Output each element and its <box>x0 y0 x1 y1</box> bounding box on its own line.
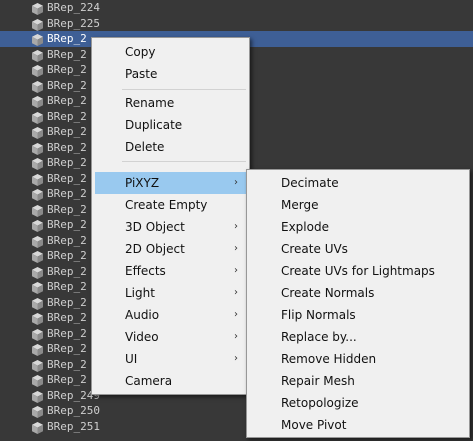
cube-icon <box>31 311 44 325</box>
menu-item-delete[interactable]: Delete <box>95 136 246 158</box>
hierarchy-row-label: BRep_2 <box>47 265 87 278</box>
hierarchy-row-label: BRep_2 <box>47 63 87 76</box>
cube-icon <box>31 1 44 15</box>
cube-icon <box>31 342 44 356</box>
chevron-right-icon: › <box>234 243 238 254</box>
pixyz-menu-item[interactable]: Replace by... <box>250 326 466 348</box>
pixyz-menu-item[interactable]: Decimate <box>250 172 466 194</box>
hierarchy-row-label: BRep_2 <box>47 218 87 231</box>
cube-icon <box>31 420 44 434</box>
menu-separator <box>122 89 246 90</box>
hierarchy-row-label: BRep_2 <box>47 141 87 154</box>
menu-item-rename[interactable]: Rename <box>95 92 246 114</box>
cube-icon <box>31 404 44 418</box>
cube-icon <box>31 358 44 372</box>
hierarchy-row-label: BRep_2 <box>47 203 87 216</box>
hierarchy-row-label: BRep_2 <box>47 234 87 247</box>
cube-icon <box>31 389 44 403</box>
hierarchy-row-label: BRep_225 <box>47 17 100 30</box>
hierarchy-row-label: BRep_2 <box>47 280 87 293</box>
cube-icon <box>31 280 44 294</box>
cube-icon <box>31 32 44 46</box>
menu-item-2d-object[interactable]: 2D Object › <box>95 238 246 260</box>
cube-icon <box>31 172 44 186</box>
hierarchy-row-label: BRep_251 <box>47 420 100 433</box>
hierarchy-row-label: BRep_250 <box>47 404 100 417</box>
hierarchy-row-label: BRep_2 <box>47 79 87 92</box>
cube-icon <box>31 373 44 387</box>
cube-icon <box>31 110 44 124</box>
chevron-right-icon: › <box>234 221 238 232</box>
menu-item-effects[interactable]: Effects › <box>95 260 246 282</box>
menu-item-video[interactable]: Video › <box>95 326 246 348</box>
cube-icon <box>31 187 44 201</box>
hierarchy-row[interactable]: BRep_224 <box>0 0 473 16</box>
cube-icon <box>31 63 44 77</box>
pixyz-menu-item[interactable]: Merge <box>250 194 466 216</box>
menu-item-3d-object[interactable]: 3D Object › <box>95 216 246 238</box>
pixyz-menu-item[interactable]: Move Pivot <box>250 414 466 436</box>
cube-icon <box>31 17 44 31</box>
pixyz-menu-item[interactable]: Repair Mesh <box>250 370 466 392</box>
pixyz-submenu: Decimate Merge Explode Create UVs Create UVs… <box>246 169 470 438</box>
hierarchy-row-label: BRep_2 <box>47 156 87 169</box>
pixyz-menu-item[interactable]: Flip Normals <box>250 304 466 326</box>
hierarchy-row-label: BRep_2 <box>47 358 87 371</box>
cube-icon <box>31 125 44 139</box>
cube-icon <box>31 79 44 93</box>
hierarchy-row-label: BRep_2 <box>47 373 87 386</box>
pixyz-menu-item[interactable]: Create UVs for Lightmaps <box>250 260 466 282</box>
pixyz-menu-item[interactable]: Create UVs <box>250 238 466 260</box>
menu-item-copy[interactable]: Copy <box>95 41 246 63</box>
hierarchy-row-label: BRep_2 <box>47 187 87 200</box>
hierarchy-row-label: BRep_2 <box>47 311 87 324</box>
hierarchy-row-label: BRep_2 <box>47 296 87 309</box>
context-menu: Copy Paste Rename Duplicate Delete PiXYZ… <box>91 37 250 395</box>
hierarchy-row-label: BRep_2 <box>47 48 87 61</box>
hierarchy-row-label: BRep_2 <box>47 249 87 262</box>
hierarchy-row-label: BRep_2 <box>47 172 87 185</box>
menu-item-camera[interactable]: Camera <box>95 370 246 392</box>
pixyz-menu-item[interactable]: Remove Hidden <box>250 348 466 370</box>
hierarchy-row-label: BRep_2 <box>47 125 87 138</box>
cube-icon <box>31 249 44 263</box>
hierarchy-row-label: BRep_224 <box>47 1 100 14</box>
cube-icon <box>31 48 44 62</box>
menu-item-paste[interactable]: Paste <box>95 63 246 85</box>
hierarchy-row-label: BRep_2 <box>47 94 87 107</box>
chevron-right-icon: › <box>234 177 238 188</box>
pixyz-menu-item[interactable]: Create Normals <box>250 282 466 304</box>
pixyz-menu-item[interactable]: Retopologize <box>250 392 466 414</box>
hierarchy-row-label: BRep_2 <box>47 110 87 123</box>
cube-icon <box>31 203 44 217</box>
cube-icon <box>31 156 44 170</box>
menu-separator <box>122 161 246 162</box>
menu-item-pixyz[interactable]: PiXYZ › <box>95 172 246 194</box>
pixyz-menu-item[interactable]: Explode <box>250 216 466 238</box>
hierarchy-row-label: BRep_2 <box>47 32 87 45</box>
cube-icon <box>31 234 44 248</box>
menu-item-ui[interactable]: UI › <box>95 348 246 370</box>
hierarchy-row-label: BRep_2 <box>47 342 87 355</box>
cube-icon <box>31 327 44 341</box>
hierarchy-row[interactable]: BRep_225 <box>0 16 473 32</box>
menu-item-audio[interactable]: Audio › <box>95 304 246 326</box>
menu-item-light[interactable]: Light › <box>95 282 246 304</box>
cube-icon <box>31 296 44 310</box>
cube-icon <box>31 265 44 279</box>
menu-item-duplicate[interactable]: Duplicate <box>95 114 246 136</box>
hierarchy-row-label: BRep_2 <box>47 327 87 340</box>
chevron-right-icon: › <box>234 287 238 298</box>
chevron-right-icon: › <box>234 353 238 364</box>
chevron-right-icon: › <box>234 309 238 320</box>
chevron-right-icon: › <box>234 331 238 342</box>
cube-icon <box>31 94 44 108</box>
chevron-right-icon: › <box>234 265 238 276</box>
cube-icon <box>31 141 44 155</box>
cube-icon <box>31 218 44 232</box>
menu-item-create-empty[interactable]: Create Empty <box>95 194 246 216</box>
